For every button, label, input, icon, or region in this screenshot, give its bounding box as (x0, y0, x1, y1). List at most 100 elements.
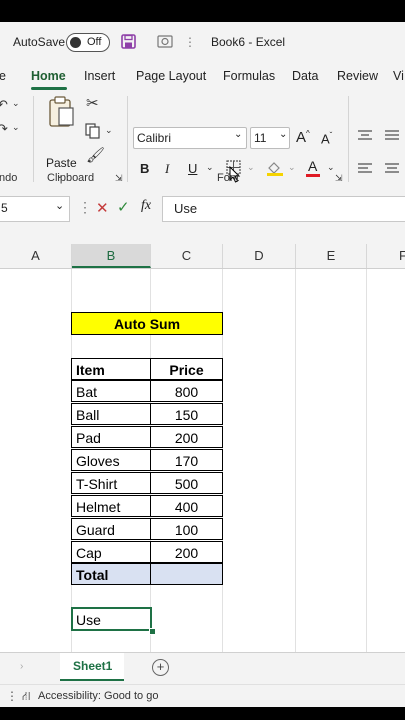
formula-input[interactable]: Use (162, 196, 405, 222)
name-box-value: 5 (1, 201, 8, 215)
chevron-down-icon[interactable]: ⌄ (206, 163, 214, 172)
cut-icon[interactable]: ✂ (86, 96, 99, 111)
column-header-e[interactable]: E (296, 244, 367, 268)
autosave-label: AutoSave (13, 35, 66, 49)
more-options-icon[interactable]: ⋮ (78, 199, 92, 216)
item-cell[interactable]: Helmet (71, 495, 151, 517)
status-bar: ⋮ ⛙ Accessibility: Good to go (0, 684, 405, 707)
tab-file[interactable]: e (0, 69, 6, 83)
tab-page-layout[interactable]: Page Layout (136, 69, 206, 83)
tab-insert[interactable]: Insert (84, 69, 115, 83)
fill-handle[interactable] (149, 628, 156, 635)
chevron-down-icon: ⌄ (234, 129, 243, 140)
copy-icon[interactable] (85, 123, 101, 139)
grow-font-button[interactable]: A^ (296, 129, 310, 146)
paste-icon[interactable] (47, 96, 75, 128)
group-divider (348, 96, 349, 182)
price-cell[interactable]: 200 (150, 426, 223, 448)
tab-formulas[interactable]: Formulas (223, 69, 275, 83)
dialog-launcher-icon[interactable]: ⇲ (115, 174, 123, 183)
cancel-icon[interactable]: ✕ (96, 199, 109, 217)
item-cell[interactable]: Cap (71, 541, 151, 563)
paste-label[interactable]: Paste (46, 156, 77, 170)
shrink-font-glyph: A (321, 131, 330, 147)
fill-color-icon[interactable] (266, 160, 284, 176)
autosave-toggle[interactable]: Off (66, 33, 110, 52)
active-cell[interactable]: Use (71, 607, 152, 631)
font-size-select[interactable]: 11 ⌄ (250, 127, 290, 149)
enter-icon[interactable]: ✓ (117, 198, 130, 216)
clipboard-group-label: Clipboard (47, 172, 95, 184)
tab-view[interactable]: Vi (393, 69, 404, 83)
accessibility-status[interactable]: Accessibility: Good to go (38, 690, 158, 702)
font-color-button[interactable]: A (308, 158, 317, 174)
sheet-tab-sheet1[interactable]: Sheet1 (60, 653, 124, 681)
header-cell-price[interactable]: Price (150, 358, 223, 380)
total-label-cell[interactable]: Total (71, 563, 151, 585)
align-top-icon[interactable] (357, 129, 373, 141)
column-header-a[interactable]: A (0, 244, 72, 268)
chevron-down-icon[interactable]: ⌄ (105, 126, 113, 135)
item-cell[interactable]: Bat (71, 380, 151, 402)
bold-button[interactable]: B (140, 161, 149, 176)
item-cell[interactable]: Ball (71, 403, 151, 425)
price-cell[interactable]: 400 (150, 495, 223, 517)
font-group-label: Font (217, 172, 240, 184)
chevron-down-icon: ⌄ (55, 200, 65, 212)
price-cell[interactable]: 500 (150, 472, 223, 494)
save-icon[interactable] (121, 34, 136, 49)
gridline (366, 269, 367, 654)
item-cell[interactable]: Gloves (71, 449, 151, 471)
title-cell[interactable]: Auto Sum (71, 312, 223, 335)
name-box[interactable]: 5 ⌄ (0, 196, 70, 222)
undo-icon[interactable]: ↶ (0, 98, 8, 111)
price-cell[interactable]: 170 (150, 449, 223, 471)
align-center-icon[interactable] (384, 162, 400, 174)
chevron-down-icon[interactable]: ⌄ (247, 163, 255, 172)
tab-data[interactable]: Data (292, 69, 318, 83)
add-sheet-button[interactable]: + (152, 659, 169, 676)
font-color-swatch (306, 174, 320, 177)
column-header-d[interactable]: D (223, 244, 296, 268)
total-value-cell[interactable] (150, 563, 223, 585)
chevron-down-icon[interactable]: ⌄ (12, 99, 20, 108)
format-painter-icon[interactable]: 🖌 (86, 148, 105, 163)
italic-button[interactable]: I (165, 161, 169, 177)
tab-home[interactable]: Home (31, 69, 66, 83)
item-cell[interactable]: Guard (71, 518, 151, 540)
worksheet-grid[interactable]: Auto Sum Item Price Bat 800 Ball 150 Pad… (0, 269, 405, 654)
price-cell[interactable]: 100 (150, 518, 223, 540)
insert-function-icon[interactable]: fx (141, 198, 151, 214)
ribbon-tabs: e Home Insert Page Layout Formulas Data … (0, 62, 405, 90)
item-cell[interactable]: Pad (71, 426, 151, 448)
font-size-value: 11 (254, 131, 267, 145)
document-title: Book6 - Excel (211, 35, 286, 49)
column-header-c[interactable]: C (151, 244, 223, 268)
chevron-down-icon[interactable]: ⌄ (12, 123, 20, 132)
qat-more-icon[interactable]: ⋮ (184, 35, 196, 49)
font-name-select[interactable]: Calibri ⌄ (133, 127, 247, 149)
group-divider (33, 96, 34, 182)
chevron-down-icon[interactable]: ⌄ (327, 163, 335, 172)
price-cell[interactable]: 200 (150, 541, 223, 563)
align-left-icon[interactable] (357, 162, 373, 174)
price-cell[interactable]: 150 (150, 403, 223, 425)
tab-review[interactable]: Review (337, 69, 378, 83)
shrink-font-button[interactable]: Aˇ (321, 131, 332, 146)
price-cell[interactable]: 800 (150, 380, 223, 402)
header-cell-item[interactable]: Item (71, 358, 151, 380)
chevron-down-icon[interactable]: ⌄ (288, 163, 296, 172)
camera-icon[interactable] (157, 34, 173, 49)
scroll-tabs-right-icon[interactable]: › (20, 661, 23, 672)
underline-button[interactable]: U (188, 161, 197, 176)
column-header-b[interactable]: B (72, 244, 151, 268)
column-header-f[interactable]: F (367, 244, 405, 268)
sheet-tab-bar: › Sheet1 + (0, 652, 405, 685)
dialog-launcher-icon[interactable]: ⇲ (335, 174, 343, 183)
item-cell[interactable]: T-Shirt (71, 472, 151, 494)
align-middle-icon[interactable] (384, 129, 400, 141)
redo-icon[interactable]: ↷ (0, 122, 8, 135)
accessibility-icon[interactable]: ⛙ (22, 689, 30, 705)
formula-content: Use (174, 201, 198, 216)
title-bar: AutoSave Off ⋮ Book6 - Excel (0, 22, 405, 62)
